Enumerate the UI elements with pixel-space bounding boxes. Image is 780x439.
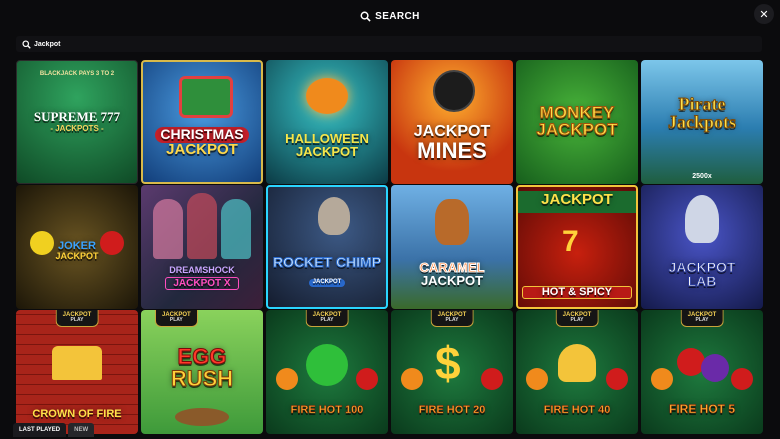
jackpot-play-badge: JACKPOT PLAY xyxy=(55,310,99,327)
game-subtitle: JACKPOT xyxy=(420,273,484,288)
bell-icon xyxy=(558,344,596,382)
search-icon xyxy=(360,11,371,22)
clover-icon xyxy=(306,344,348,386)
character-icon xyxy=(153,199,183,259)
badge-sublabel: PLAY xyxy=(70,317,84,323)
game-subtitle: Jackpots xyxy=(667,112,736,132)
game-title: EGG xyxy=(177,344,227,370)
orange-icon xyxy=(526,368,548,390)
dollar-icon: $ xyxy=(435,337,461,389)
game-title: FIRE HOT 5 xyxy=(668,402,736,417)
game-subtitle: JACKPOT xyxy=(295,144,359,159)
game-title: ROCKET CHIMP xyxy=(272,254,382,271)
orange-icon xyxy=(276,368,298,390)
close-button[interactable]: ✕ xyxy=(754,4,774,24)
dog-icon xyxy=(435,199,469,245)
character-icon xyxy=(187,193,217,259)
game-tile-fire-hot-100[interactable]: JACKPOT PLAY FIRE HOT 100 xyxy=(266,310,388,434)
badge-sublabel: PLAY xyxy=(169,317,183,323)
search-header: SEARCH ✕ xyxy=(0,0,780,36)
game-subtitle: JACKPOT xyxy=(55,250,99,261)
pumpkin-icon xyxy=(306,78,348,114)
game-tile-rocket-chimp[interactable]: ROCKET CHIMP JACKPOT xyxy=(266,185,388,309)
game-tile-fire-hot-40[interactable]: JACKPOT PLAY FIRE HOT 40 xyxy=(516,310,638,434)
game-tile-jackpot-lab[interactable]: JACKPOT LAB xyxy=(641,185,763,309)
search-bar[interactable] xyxy=(16,36,762,52)
game-subtitle: MINES xyxy=(417,138,487,164)
character-icon xyxy=(221,199,251,259)
game-tile-halloween-jackpot[interactable]: HALLOWEEN JACKPOT xyxy=(266,60,388,184)
badge-sublabel: PLAY xyxy=(695,317,709,323)
game-tile-pirate-jackpots[interactable]: Pirate Jackpots 2500x xyxy=(641,60,763,184)
game-tile-monkey-jackpot[interactable]: MONKEY JACKPOT xyxy=(516,60,638,184)
game-title: FIRE HOT 100 xyxy=(290,404,364,417)
game-tile-crown-of-fire[interactable]: JACKPOT PLAY CROWN OF FIRE xyxy=(16,310,138,434)
orange-icon xyxy=(401,368,423,390)
badge-sublabel: PLAY xyxy=(570,317,584,323)
jackpot-play-badge: JACKPOT PLAY xyxy=(430,310,474,327)
cherry-icon xyxy=(356,368,378,390)
cherry-icon xyxy=(481,368,503,390)
game-subtitle: JACKPOT xyxy=(166,140,238,158)
orange-icon xyxy=(651,368,673,390)
game-subtitle: JACKPOT xyxy=(536,120,618,139)
seven-icon: 7 xyxy=(562,225,579,258)
game-subtitle: RUSH xyxy=(170,366,234,391)
game-multiplier: 2500x xyxy=(692,173,712,180)
game-subtitle: LAB xyxy=(687,273,717,289)
game-subtitle: JACKPOT xyxy=(308,278,346,287)
game-title: FIRE HOT 20 xyxy=(418,404,486,417)
game-tile-egg-rush[interactable]: JACKPOT PLAY EGG RUSH xyxy=(141,310,263,434)
search-icon xyxy=(22,39,31,49)
jackpot-play-badge: JACKPOT PLAY xyxy=(155,310,198,327)
game-title: DREAMSHOCK xyxy=(169,264,235,275)
game-topline: BLACKJACK PAYS 3 TO 2 xyxy=(39,71,115,77)
game-tile-dreamshock-jackpot-x[interactable]: DREAMSHOCK JACKPOT X xyxy=(141,185,263,309)
cherry-icon xyxy=(731,368,753,390)
nest-icon xyxy=(175,408,229,426)
cherry-icon xyxy=(606,368,628,390)
game-tile-christmas-jackpot[interactable]: CHRISTMAS JACKPOT xyxy=(141,60,263,184)
bomb-icon xyxy=(433,70,475,112)
close-icon: ✕ xyxy=(759,8,769,21)
game-tile-joker-jackpot[interactable]: JOKER JACKPOT xyxy=(16,185,138,309)
jackpot-play-badge: JACKPOT PLAY xyxy=(555,310,599,327)
game-title: JACKPOT xyxy=(541,191,613,208)
badge-sublabel: PLAY xyxy=(445,317,459,323)
game-subtitle: - JACKPOTS - xyxy=(50,124,104,134)
plum-icon xyxy=(701,354,729,382)
bottom-tabs: LAST PLAYED NEW xyxy=(13,423,95,437)
search-title-label: SEARCH xyxy=(375,11,420,22)
badge-sublabel: PLAY xyxy=(320,317,334,323)
game-title: CROWN OF FIRE xyxy=(32,408,122,421)
game-title: FIRE HOT 40 xyxy=(543,404,611,417)
game-tile-fire-hot-20[interactable]: JACKPOT PLAY $ FIRE HOT 20 xyxy=(391,310,513,434)
jackpot-play-badge: JACKPOT PLAY xyxy=(680,310,724,327)
chimp-icon xyxy=(318,197,350,235)
game-subtitle: HOT & SPICY xyxy=(522,286,632,299)
game-tile-fire-hot-5[interactable]: JACKPOT PLAY FIRE HOT 5 xyxy=(641,310,763,434)
game-subtitle: JACKPOT X xyxy=(165,276,239,291)
tab-new[interactable]: NEW xyxy=(68,423,95,437)
game-title: SUPREME 777 xyxy=(33,108,121,124)
game-tile-jackpot-hot-spicy[interactable]: JACKPOT 7 HOT & SPICY xyxy=(516,185,638,309)
game-tile-supreme-777[interactable]: BLACKJACK PAYS 3 TO 2 SUPREME 777 - JACK… xyxy=(16,60,138,184)
crown-icon xyxy=(52,346,102,380)
lemon-icon xyxy=(30,231,54,255)
gift-box-icon xyxy=(179,76,233,118)
game-tile-jackpot-mines[interactable]: JACKPOT MINES xyxy=(391,60,513,184)
jackpot-play-badge: JACKPOT PLAY xyxy=(305,310,349,327)
game-grid: BLACKJACK PAYS 3 TO 2 SUPREME 777 - JACK… xyxy=(16,60,764,434)
wizard-icon xyxy=(685,195,719,243)
tab-last-played[interactable]: LAST PLAYED xyxy=(13,423,67,437)
game-tile-caramel-jackpot[interactable]: CARAMEL JACKPOT xyxy=(391,185,513,309)
cherry-icon xyxy=(100,231,124,255)
search-title: SEARCH xyxy=(0,11,780,22)
search-input[interactable] xyxy=(34,40,734,48)
